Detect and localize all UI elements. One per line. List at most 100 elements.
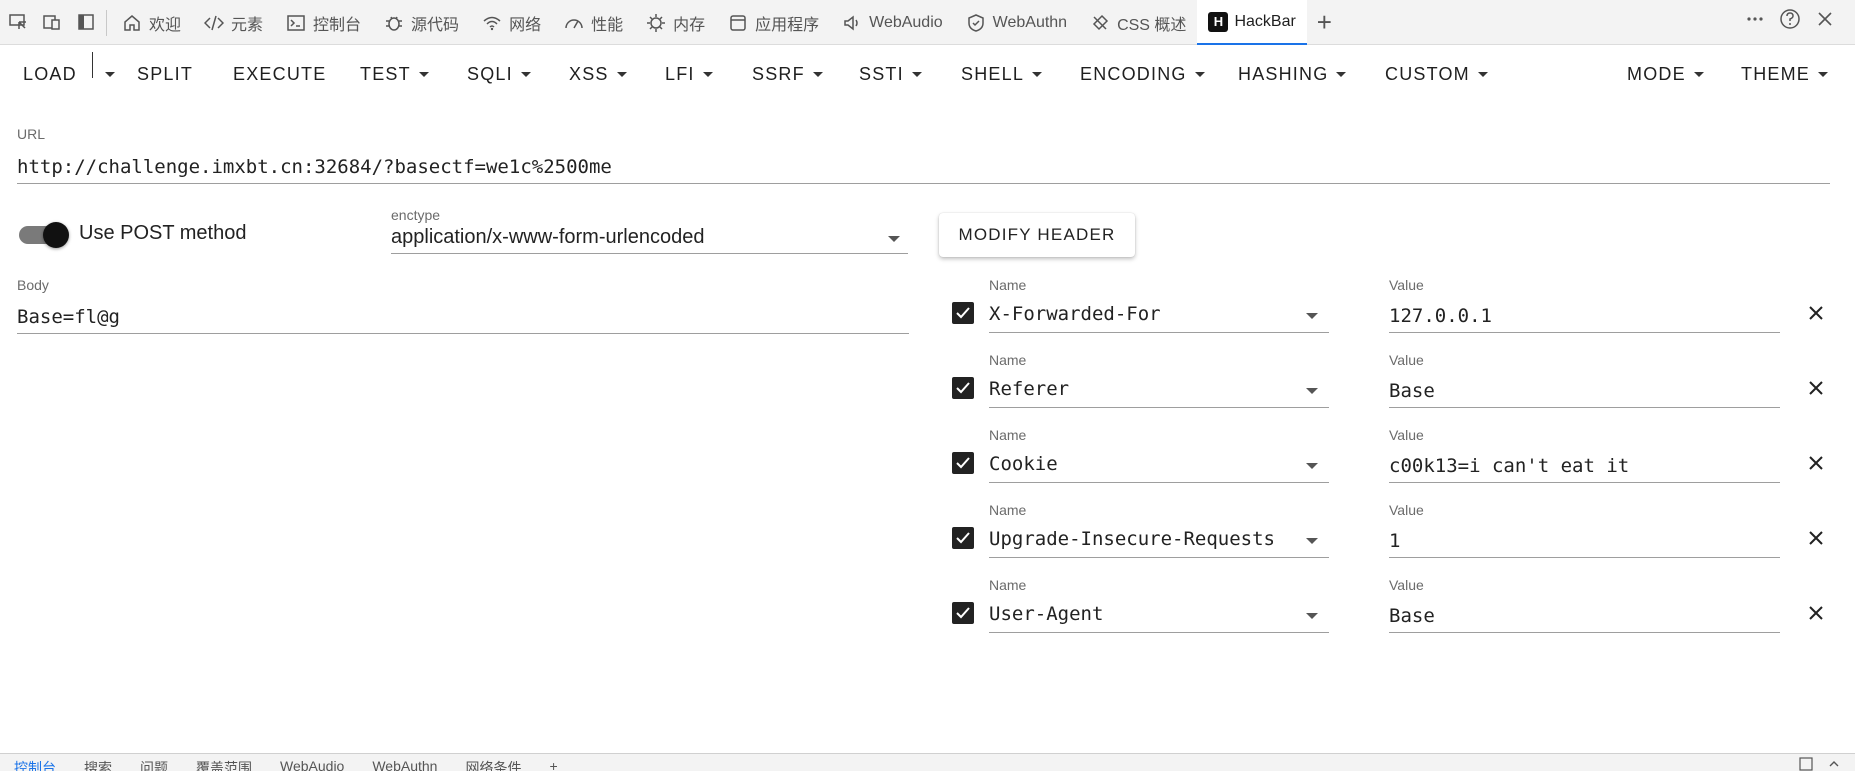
load-button[interactable]: LOAD: [23, 52, 77, 96]
modify-header-button[interactable]: MODIFY HEADER: [939, 213, 1135, 257]
load-dropdown-button[interactable]: [97, 52, 115, 96]
drawer-tab-search[interactable]: 搜索: [70, 758, 126, 771]
header-value-input[interactable]: [1389, 599, 1780, 633]
header-value-input[interactable]: [1389, 524, 1780, 558]
drawer-tab-issues[interactable]: 问题: [126, 758, 182, 771]
encoding-menu[interactable]: ENCODING: [1080, 52, 1205, 96]
header-name-select[interactable]: User-Agent: [989, 599, 1329, 633]
dock-icon[interactable]: [1799, 757, 1813, 771]
tab-welcome[interactable]: 欢迎: [110, 0, 192, 45]
dropdown-arrow-icon: [1306, 538, 1318, 544]
devtools-tabs: 欢迎 元素 控制台 源代码 网络 性能 内存 应用程序 WebAudio Web…: [110, 0, 1342, 45]
enctype-value: application/x-www-form-urlencoded: [391, 226, 705, 248]
add-tab-button[interactable]: +: [1307, 0, 1342, 45]
tab-label: 控制台: [313, 16, 362, 34]
checkmark-icon: [956, 307, 970, 319]
remove-header-icon[interactable]: [1804, 451, 1828, 475]
devtools-left-tools: [6, 10, 98, 34]
xss-label: XSS: [569, 63, 609, 84]
execute-button[interactable]: EXECUTE: [233, 52, 326, 96]
help-icon[interactable]: [1779, 8, 1801, 35]
tab-hackbar[interactable]: H HackBar: [1197, 0, 1307, 45]
header-value-input[interactable]: [1389, 374, 1780, 408]
drawer-tab-coverage[interactable]: 覆盖范围: [182, 758, 266, 771]
remove-header-icon[interactable]: [1804, 526, 1828, 550]
caret-down-icon: [105, 71, 115, 77]
remove-header-icon[interactable]: [1804, 301, 1828, 325]
tab-sources[interactable]: 源代码: [372, 0, 470, 45]
header-name-label: Name: [989, 352, 1027, 368]
more-options-icon[interactable]: [1745, 9, 1765, 34]
enctype-select[interactable]: application/x-www-form-urlencoded: [391, 226, 908, 254]
header-enabled-checkbox[interactable]: [952, 452, 974, 474]
header-value-input[interactable]: [1389, 449, 1780, 483]
header-name: Upgrade-Insecure-Requests: [989, 528, 1275, 550]
tab-application[interactable]: 应用程序: [716, 0, 830, 45]
sidebar-toggle-icon[interactable]: [74, 10, 98, 34]
tab-console[interactable]: 控制台: [274, 0, 372, 45]
remove-header-icon[interactable]: [1804, 376, 1828, 400]
post-method-switch[interactable]: [19, 222, 69, 248]
body-label: Body: [17, 277, 49, 293]
inspect-element-icon[interactable]: [6, 10, 30, 34]
tab-webaudio[interactable]: WebAudio: [830, 0, 954, 45]
header-name-select[interactable]: X-Forwarded-For: [989, 299, 1329, 333]
expand-drawer-icon[interactable]: [1827, 757, 1841, 771]
hackbar-menubar: LOAD SPLIT EXECUTE TEST SQLI XSS LFI SSR…: [0, 52, 1855, 96]
load-label: LOAD: [23, 63, 77, 84]
lfi-menu[interactable]: LFI: [665, 52, 713, 96]
close-devtools-icon[interactable]: [1815, 9, 1835, 34]
caret-down-icon: [418, 71, 429, 77]
tab-webauthn[interactable]: WebAuthn: [954, 0, 1078, 45]
header-row: Name Upgrade-Insecure-Requests Value: [950, 502, 1830, 572]
mode-menu[interactable]: MODE: [1627, 52, 1704, 96]
tab-css-overview[interactable]: CSS 概述: [1078, 0, 1197, 45]
custom-menu[interactable]: CUSTOM: [1385, 52, 1488, 96]
tab-memory[interactable]: 内存: [634, 0, 716, 45]
theme-menu[interactable]: THEME: [1741, 52, 1828, 96]
ssrf-menu[interactable]: SSRF: [752, 52, 823, 96]
header-value-input[interactable]: [1389, 299, 1780, 333]
theme-label: THEME: [1741, 63, 1810, 84]
header-enabled-checkbox[interactable]: [952, 302, 974, 324]
drawer-right-tools: [1799, 757, 1841, 771]
header-value-label: Value: [1389, 427, 1424, 443]
tab-network[interactable]: 网络: [470, 0, 552, 45]
split-button[interactable]: SPLIT: [137, 52, 193, 96]
remove-header-icon[interactable]: [1804, 601, 1828, 625]
shell-menu[interactable]: SHELL: [961, 52, 1043, 96]
header-name-select[interactable]: Cookie: [989, 449, 1329, 483]
header-enabled-checkbox[interactable]: [952, 602, 974, 624]
header-name-select[interactable]: Referer: [989, 374, 1329, 408]
drawer-add-tab-button[interactable]: +: [535, 758, 571, 771]
drawer-tab-webauthn[interactable]: WebAuthn: [358, 758, 451, 771]
drawer-tab-console[interactable]: 控制台: [0, 758, 70, 771]
devtools-right-tools: [1745, 8, 1835, 35]
drawer-tabs: 控制台 搜索 问题 覆盖范围 WebAudio WebAuthn 网络条件 +: [0, 758, 572, 771]
execute-label: EXECUTE: [233, 63, 327, 84]
xss-menu[interactable]: XSS: [569, 52, 627, 96]
hashing-menu[interactable]: HASHING: [1238, 52, 1347, 96]
bug-icon: [383, 12, 405, 34]
sqli-menu[interactable]: SQLI: [467, 52, 531, 96]
header-enabled-checkbox[interactable]: [952, 377, 974, 399]
header-enabled-checkbox[interactable]: [952, 527, 974, 549]
device-emulation-icon[interactable]: [40, 10, 64, 34]
tab-label: 元素: [231, 16, 264, 34]
test-menu[interactable]: TEST: [360, 52, 429, 96]
header-name-select[interactable]: Upgrade-Insecure-Requests: [989, 524, 1329, 558]
header-value-label: Value: [1389, 577, 1424, 593]
ssti-menu[interactable]: SSTI: [859, 52, 922, 96]
wifi-icon: [481, 12, 503, 34]
sqli-label: SQLI: [467, 63, 513, 84]
drawer-tab-network-conditions[interactable]: 网络条件: [451, 758, 535, 771]
drawer-tab-webaudio[interactable]: WebAudio: [266, 758, 358, 771]
caret-down-icon: [520, 71, 531, 77]
hashing-label: HASHING: [1238, 63, 1329, 84]
tab-elements[interactable]: 元素: [192, 0, 274, 45]
checkmark-icon: [956, 607, 970, 619]
load-divider: [92, 52, 93, 78]
tab-performance[interactable]: 性能: [552, 0, 634, 45]
body-input[interactable]: [17, 300, 909, 334]
url-input[interactable]: [17, 150, 1830, 184]
